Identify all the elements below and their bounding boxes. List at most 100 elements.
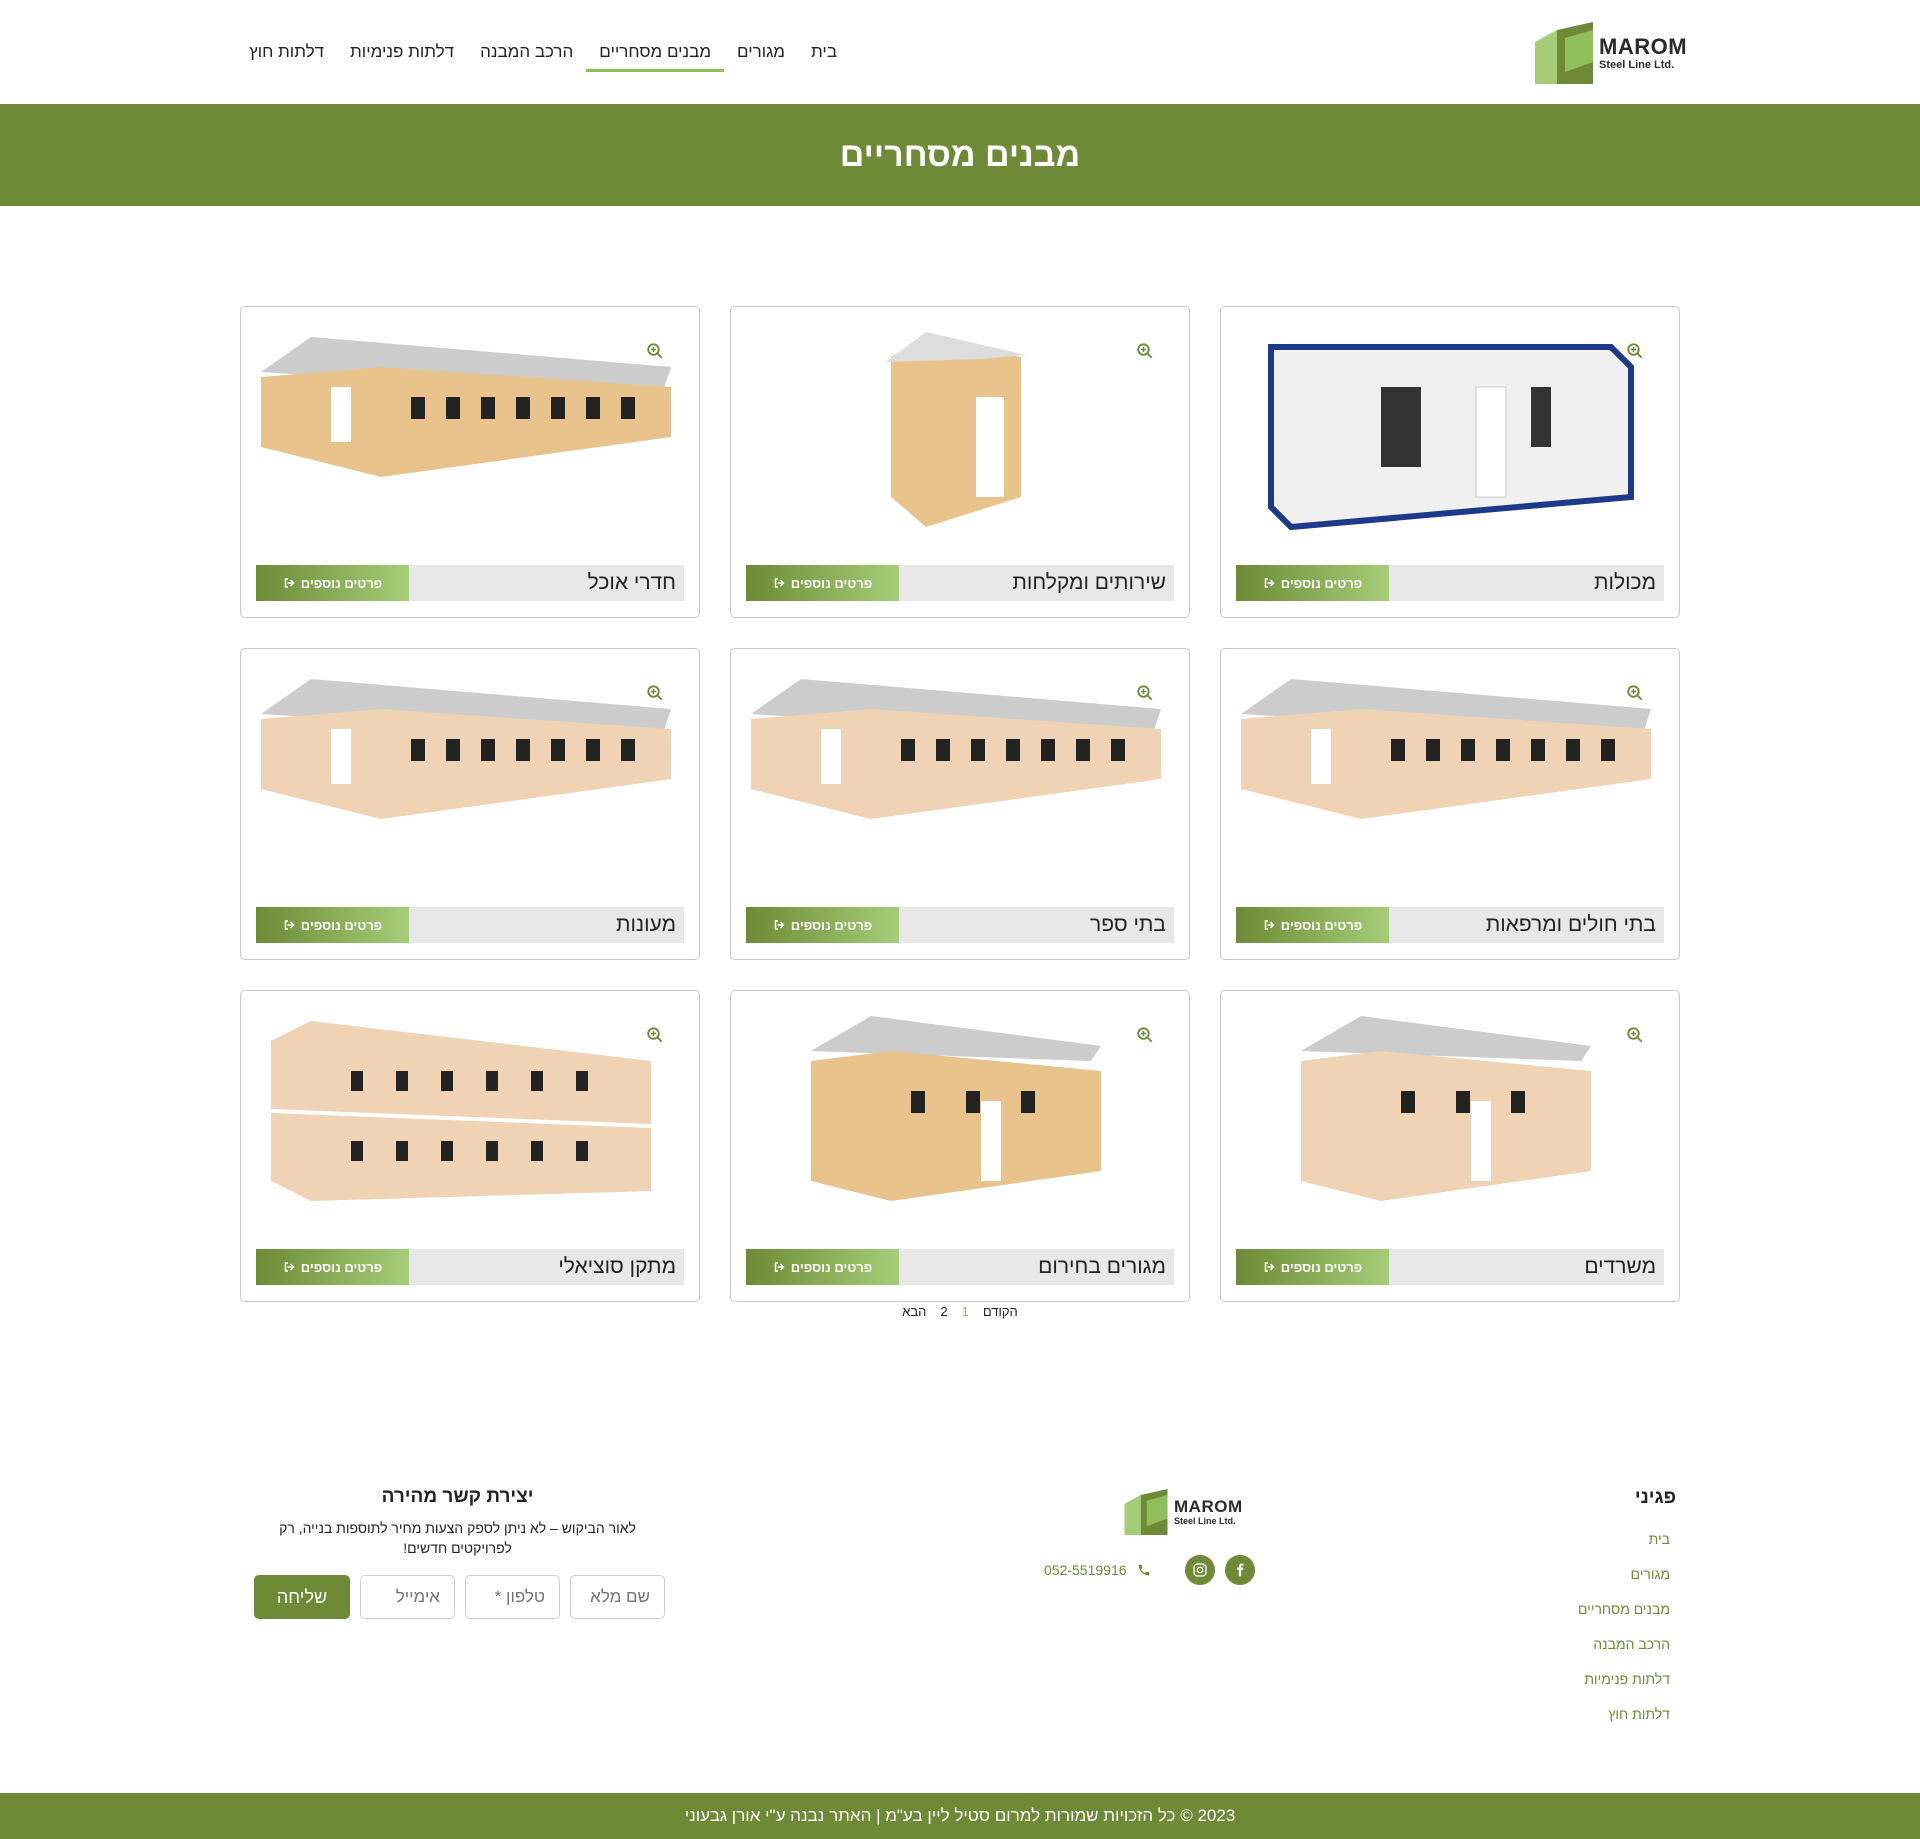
footer-link-structure[interactable]: הרכב המבנה <box>1578 1636 1670 1652</box>
product-bar: מעונות פרטים נוספים <box>256 907 684 943</box>
product-image[interactable] <box>1231 659 1671 899</box>
instagram-icon[interactable] <box>1184 1555 1215 1585</box>
product-card[interactable]: בתי ספר פרטים נוספים <box>730 648 1190 960</box>
more-details-button[interactable]: פרטים נוספים <box>1236 907 1389 943</box>
sign-in-icon <box>1264 1262 1275 1272</box>
nav-item-commercial[interactable]: מבנים מסחריים <box>586 38 724 72</box>
more-details-button[interactable]: פרטים נוספים <box>1236 1249 1389 1285</box>
logo-mark-icon <box>1535 22 1593 84</box>
nav-item-exterior-doors[interactable]: דלתות חוץ <box>236 38 337 72</box>
sign-in-icon <box>284 578 295 588</box>
more-details-button[interactable]: פרטים נוספים <box>746 907 899 943</box>
phone-icon <box>1138 1564 1149 1576</box>
product-card[interactable]: מכולות פרטים נוספים <box>1220 306 1680 618</box>
submit-button[interactable]: שליחה <box>254 1575 350 1619</box>
phone-input[interactable] <box>465 1575 560 1619</box>
product-image[interactable] <box>251 659 691 899</box>
zoom-icon[interactable] <box>1626 342 1644 360</box>
product-image[interactable] <box>251 317 691 557</box>
footer-link-interior-doors[interactable]: דלתות פנימיות <box>1578 1671 1670 1687</box>
pagination-prev[interactable]: הקודם <box>983 1304 1018 1319</box>
zoom-icon[interactable] <box>1136 1026 1154 1044</box>
more-details-label: פרטים נוספים <box>300 1259 383 1275</box>
product-title[interactable]: מכולות <box>1594 571 1664 595</box>
product-image[interactable] <box>1231 1001 1671 1241</box>
product-bar: מגורים בחירום פרטים נוספים <box>746 1249 1174 1285</box>
pagination: הקודם 1 2 הבא <box>0 1304 1920 1319</box>
zoom-icon[interactable] <box>646 684 664 702</box>
product-image[interactable] <box>1231 317 1671 557</box>
zoom-icon[interactable] <box>1136 342 1154 360</box>
nav-item-structure[interactable]: הרכב המבנה <box>467 38 586 72</box>
product-title[interactable]: משרדים <box>1584 1255 1664 1279</box>
copyright-bar: 2023 © כל הזכויות שמורות למרום סטיל ליין… <box>0 1793 1920 1839</box>
product-card[interactable]: שירותים ומקלחות פרטים נוספים <box>730 306 1190 618</box>
nav-item-housing[interactable]: מגורים <box>724 38 798 72</box>
more-details-button[interactable]: פרטים נוספים <box>256 1249 409 1285</box>
more-details-label: פרטים נוספים <box>1280 917 1363 933</box>
facebook-icon[interactable] <box>1224 1555 1255 1585</box>
product-card[interactable]: מגורים בחירום פרטים נוספים <box>730 990 1190 1302</box>
product-title[interactable]: מתקן סוציאלי <box>558 1255 684 1279</box>
product-title[interactable]: חדרי אוכל <box>588 571 684 595</box>
product-title[interactable]: מעונות <box>616 913 684 937</box>
zoom-icon[interactable] <box>1626 684 1644 702</box>
page-title: מבנים מסחריים <box>839 135 1081 174</box>
logo-subtitle: Steel Line Ltd. <box>1599 58 1675 71</box>
copyright-text: 2023 © כל הזכויות שמורות למרום סטיל ליין… <box>684 1806 1236 1825</box>
sign-in-icon <box>284 920 295 930</box>
contact-form: שליחה <box>250 1575 665 1619</box>
more-details-label: פרטים נוספים <box>1280 1259 1363 1275</box>
footer-logo[interactable]: MAROM Steel Line Ltd. <box>1124 1487 1242 1537</box>
page-banner: מבנים מסחריים <box>0 104 1920 206</box>
footer-social: 052-5519916 <box>1044 1555 1255 1585</box>
zoom-icon[interactable] <box>1626 1026 1644 1044</box>
email-input[interactable] <box>360 1575 455 1619</box>
nav-item-home[interactable]: בית <box>798 38 850 72</box>
product-card[interactable]: מעונות פרטים נוספים <box>240 648 700 960</box>
product-title[interactable]: שירותים ומקלחות <box>1012 571 1174 595</box>
footer-logo-name: MAROM <box>1174 1497 1243 1516</box>
product-card[interactable]: משרדים פרטים נוספים <box>1220 990 1680 1302</box>
contact-title: יצירת קשר מהירה <box>381 1486 534 1507</box>
pagination-page-2[interactable]: 2 <box>940 1304 947 1319</box>
more-details-label: פרטים נוספים <box>790 575 873 591</box>
contact-notice: לאור הביקוש – לא ניתן לספק הצעות מחיר לת… <box>279 1520 636 1556</box>
more-details-button[interactable]: פרטים נוספים <box>746 1249 899 1285</box>
logo-name: MAROM <box>1599 33 1688 59</box>
main-nav: בית מגורים מבנים מסחריים הרכב המבנה דלתו… <box>236 38 850 72</box>
footer-link-exterior-doors[interactable]: דלתות חוץ <box>1578 1706 1670 1722</box>
footer-link-commercial[interactable]: מבנים מסחריים <box>1578 1601 1670 1617</box>
more-details-button[interactable]: פרטים נוספים <box>256 565 409 601</box>
zoom-icon[interactable] <box>646 342 664 360</box>
more-details-button[interactable]: פרטים נוספים <box>746 565 899 601</box>
pagination-next[interactable]: הבא <box>902 1304 926 1319</box>
product-image[interactable] <box>741 317 1181 557</box>
logo-mark-icon <box>1124 1489 1168 1535</box>
pagination-page-1[interactable]: 1 <box>962 1304 969 1319</box>
product-bar: מתקן סוציאלי פרטים נוספים <box>256 1249 684 1285</box>
product-title[interactable]: בתי חולים ומרפאות <box>1486 913 1664 937</box>
more-details-button[interactable]: פרטים נוספים <box>1236 565 1389 601</box>
zoom-icon[interactable] <box>646 1026 664 1044</box>
product-card[interactable]: בתי חולים ומרפאות פרטים נוספים <box>1220 648 1680 960</box>
more-details-button[interactable]: פרטים נוספים <box>256 907 409 943</box>
footer-phone[interactable]: 052-5519916 <box>1044 1562 1127 1578</box>
zoom-icon[interactable] <box>1136 684 1154 702</box>
sign-in-icon <box>774 578 785 588</box>
product-image[interactable] <box>251 1001 691 1241</box>
footer-link-housing[interactable]: מגורים <box>1578 1566 1670 1582</box>
product-card[interactable]: חדרי אוכל פרטים נוספים <box>240 306 700 618</box>
product-title[interactable]: בתי ספר <box>1090 913 1174 937</box>
product-image[interactable] <box>741 1001 1181 1241</box>
more-details-label: פרטים נוספים <box>1280 575 1363 591</box>
product-image[interactable] <box>741 659 1181 899</box>
product-title[interactable]: מגורים בחירום <box>1038 1255 1174 1279</box>
site-logo[interactable]: MAROM Steel Line Ltd. <box>1535 20 1688 86</box>
footer-link-home[interactable]: בית <box>1578 1531 1670 1547</box>
full-name-input[interactable] <box>570 1575 665 1619</box>
product-bar: מכולות פרטים נוספים <box>1236 565 1664 601</box>
nav-item-interior-doors[interactable]: דלתות פנימיות <box>337 38 467 72</box>
product-card[interactable]: מתקן סוציאלי פרטים נוספים <box>240 990 700 1302</box>
product-bar: בתי ספר פרטים נוספים <box>746 907 1174 943</box>
